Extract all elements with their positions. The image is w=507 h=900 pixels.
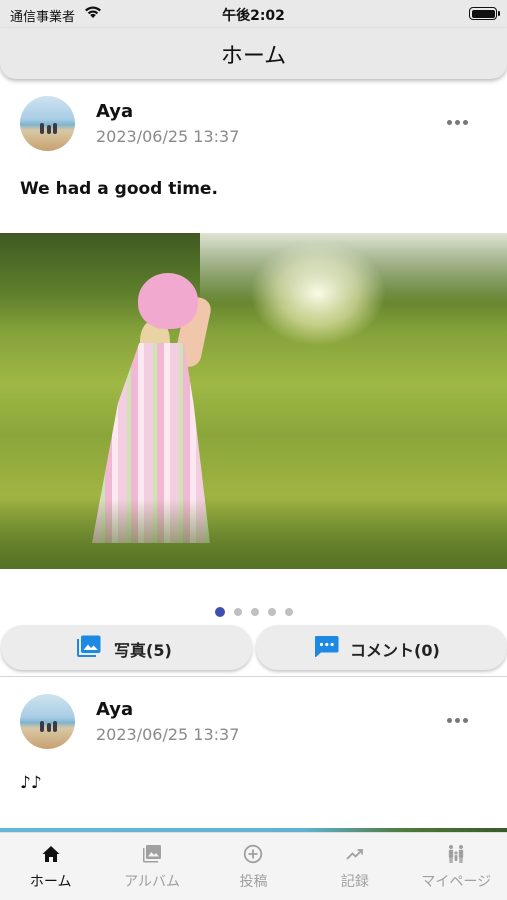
tab-post[interactable]: 投稿 <box>203 833 304 900</box>
photos-button[interactable]: 写真(5) <box>1 625 252 670</box>
tab-label: アルバム <box>124 874 181 890</box>
trending-up-icon <box>346 849 363 860</box>
post-date: 2023/06/25 13:37 <box>96 725 240 744</box>
post-actions: 写真(5) コメント(0) <box>0 625 507 671</box>
page-dot[interactable] <box>214 607 225 617</box>
carousel-page-indicator[interactable] <box>0 607 507 618</box>
tab-bar: ホーム アルバム 投稿 記録 マイページ <box>0 832 507 900</box>
post-feed[interactable]: Aya 2023/06/25 13:37 We had a good time. <box>0 79 507 832</box>
page-dot[interactable] <box>267 608 276 616</box>
tab-my-page[interactable]: マイページ <box>406 833 507 900</box>
avatar[interactable] <box>20 694 75 749</box>
navigation-bar: ホーム <box>0 28 507 79</box>
more-options-icon[interactable] <box>447 718 469 724</box>
photos-button-label: 写真(5) <box>114 641 172 660</box>
post-text: We had a good time. <box>20 179 218 199</box>
post-photo[interactable] <box>0 233 507 569</box>
tab-label: 記録 <box>340 874 369 890</box>
tab-label: マイページ <box>421 874 492 890</box>
status-bar: 通信事業者 午後2:02 <box>0 0 507 28</box>
home-icon <box>42 846 60 862</box>
author-name[interactable]: Aya <box>96 101 133 122</box>
tab-album[interactable]: アルバム <box>101 833 202 900</box>
tab-label: ホーム <box>29 874 72 890</box>
page-dot[interactable] <box>250 608 259 616</box>
tab-records[interactable]: 記録 <box>304 833 405 900</box>
post-header: Aya 2023/06/25 13:37 <box>0 677 507 757</box>
page-dot[interactable] <box>284 608 293 616</box>
comments-button-label: コメント(0) <box>350 641 440 660</box>
page-title: ホーム <box>220 44 287 69</box>
tab-label: 投稿 <box>239 874 268 890</box>
post-card: Aya 2023/06/25 13:37 ♪♪ <box>0 677 507 832</box>
comment-icon <box>315 636 339 658</box>
post-header: Aya 2023/06/25 13:37 <box>0 79 507 159</box>
post-text: ♪♪ <box>20 773 42 793</box>
page-dot[interactable] <box>233 608 242 616</box>
author-name[interactable]: Aya <box>96 699 133 720</box>
plus-circle-icon <box>244 844 263 864</box>
avatar[interactable] <box>20 96 75 151</box>
photo-library-icon <box>77 635 101 657</box>
comments-button[interactable]: コメント(0) <box>256 625 507 670</box>
family-icon <box>449 845 464 863</box>
status-time: 午後2:02 <box>222 8 285 24</box>
more-options-icon[interactable] <box>447 120 469 126</box>
post-date: 2023/06/25 13:37 <box>96 127 240 146</box>
album-icon <box>143 845 162 863</box>
tab-home[interactable]: ホーム <box>0 833 101 900</box>
post-card: Aya 2023/06/25 13:37 We had a good time. <box>0 79 507 677</box>
battery-icon <box>469 7 500 20</box>
